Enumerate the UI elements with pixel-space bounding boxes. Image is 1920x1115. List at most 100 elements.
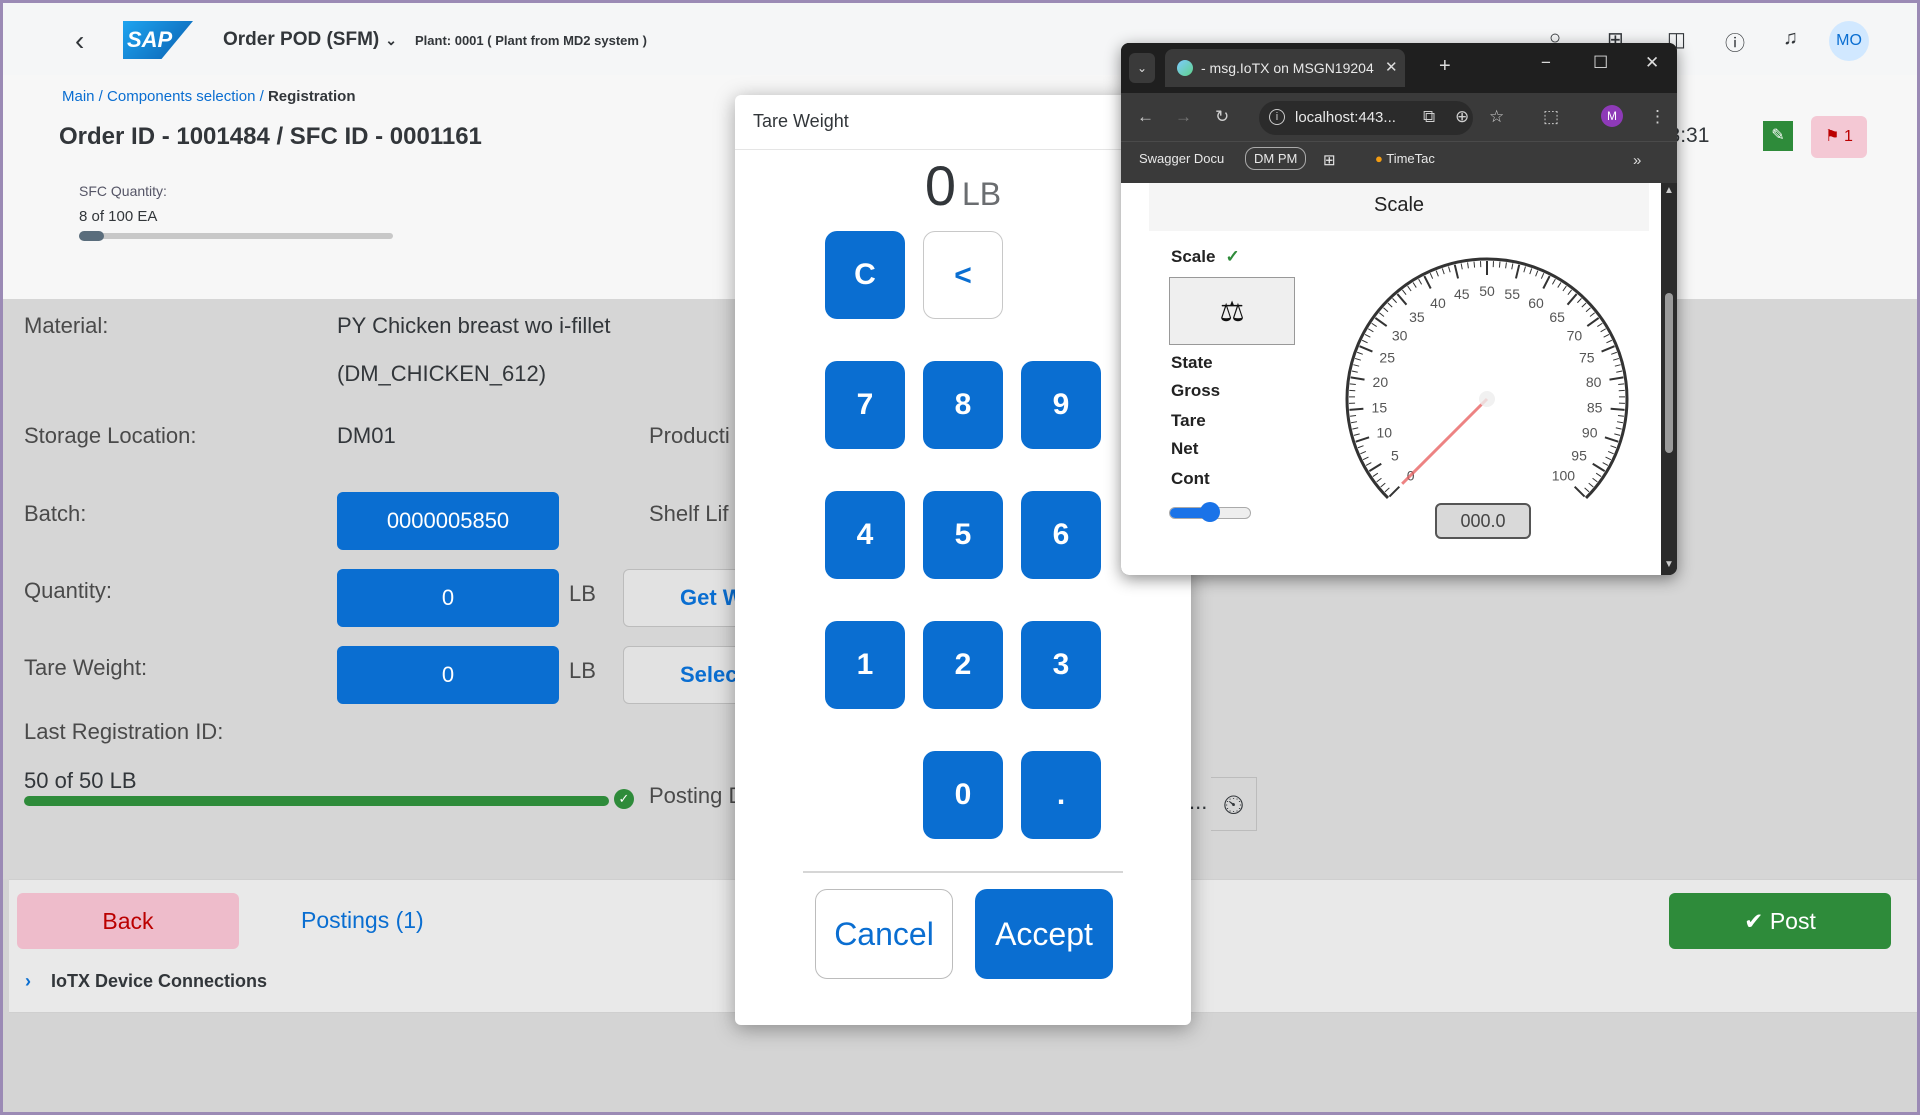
close-window-icon[interactable]: ✕ [1645, 53, 1659, 73]
scrollbar-thumb[interactable] [1665, 293, 1673, 453]
breadcrumb-components[interactable]: Components selection / [107, 88, 264, 105]
dialog-title: Tare Weight [753, 111, 849, 131]
post-button[interactable]: ✔ Post [1669, 893, 1891, 949]
nav-forward-icon[interactable]: → [1175, 107, 1192, 127]
batch-value-button[interactable]: 0000005850 [337, 492, 559, 550]
avatar[interactable]: MO [1829, 21, 1869, 61]
gauge-tick [1511, 263, 1514, 270]
bookmarks-bar: Swagger Docu DM PM ⊞ ● TimeTac » [1121, 141, 1677, 183]
gauge-tick [1435, 270, 1439, 277]
address-url: localhost:443... [1295, 109, 1396, 126]
new-tab-icon[interactable]: + [1439, 55, 1451, 78]
chevron-down-icon: ⌄ [385, 32, 397, 48]
key-4[interactable]: 4 [825, 491, 905, 579]
gauge-tick [1473, 261, 1476, 268]
gauge-tick-label: 10 [1376, 424, 1392, 440]
page-scrollbar[interactable]: ▲ ▼ [1661, 183, 1677, 575]
bookmark-dm-pm[interactable]: DM PM [1245, 147, 1307, 170]
tab-list-chevron-icon[interactable]: ⌄ [1129, 53, 1155, 83]
accept-button[interactable]: Accept [975, 889, 1113, 979]
gauge-tick [1384, 487, 1390, 493]
gauge-tick [1595, 472, 1602, 477]
success-check-icon: ✓ [614, 789, 634, 809]
key-7[interactable]: 7 [825, 361, 905, 449]
extensions-icon[interactable]: ⬚ [1543, 107, 1559, 127]
address-bar[interactable]: i localhost:443... [1259, 101, 1473, 135]
gauge-tick [1441, 268, 1445, 275]
gauge-tick-label: 60 [1528, 295, 1544, 311]
maximize-icon[interactable]: ☐ [1593, 53, 1608, 73]
scale-page-header: Scale [1149, 183, 1649, 231]
bookmark-timetac[interactable]: ● TimeTac [1375, 151, 1435, 166]
gauge-tick-label: 65 [1549, 309, 1565, 325]
browser-tab[interactable]: - msg.IoTX on MSGN19204 ✕ [1165, 49, 1405, 87]
gauge-tick [1566, 293, 1578, 306]
browser-window: ⌄ - msg.IoTX on MSGN19204 ✕ + − ☐ ✕ ← → … [1121, 43, 1677, 575]
posting-date-value[interactable]: ... [1189, 789, 1207, 815]
site-info-icon[interactable]: i [1269, 109, 1285, 125]
gauge-tick [1407, 285, 1412, 292]
minimize-icon[interactable]: − [1541, 53, 1551, 73]
key-1[interactable]: 1 [825, 621, 905, 709]
apps-grid-icon[interactable]: ⊞ [1323, 151, 1336, 169]
back-chevron-icon[interactable]: ‹ [75, 25, 84, 57]
key-clear[interactable]: C [825, 231, 905, 319]
key-2[interactable]: 2 [923, 621, 1003, 709]
gauge-tick [1359, 345, 1373, 353]
cont-slider-knob[interactable] [1200, 502, 1220, 522]
nav-back-icon[interactable]: ← [1137, 107, 1154, 127]
gauge-tick [1350, 415, 1357, 417]
breadcrumb-main[interactable]: Main / [62, 88, 103, 105]
cont-slider[interactable] [1169, 502, 1251, 522]
scroll-up-icon[interactable]: ▲ [1664, 185, 1674, 196]
bell-icon[interactable]: ♫ [1783, 27, 1798, 50]
browser-menu-icon[interactable]: ⋮ [1649, 107, 1666, 127]
message-badge-button[interactable]: ⚑ 1 [1811, 116, 1867, 158]
status-pen-icon[interactable]: ✎ [1763, 121, 1793, 151]
gauge-tick [1581, 302, 1587, 308]
cancel-button[interactable]: Cancel [815, 889, 953, 979]
postings-link[interactable]: Postings (1) [301, 907, 424, 934]
gauge-tick [1592, 477, 1598, 483]
key-9[interactable]: 9 [1021, 361, 1101, 449]
timetac-dot-icon: ● [1375, 151, 1383, 166]
more-bookmarks-icon[interactable]: » [1633, 152, 1641, 169]
key-3[interactable]: 3 [1021, 621, 1101, 709]
gauge-tick [1350, 421, 1358, 424]
app-title-menu[interactable]: Order POD (SFM) ⌄ [223, 29, 397, 51]
key-5[interactable]: 5 [923, 491, 1003, 579]
bookmark-star-icon[interactable]: ☆ [1489, 107, 1504, 127]
key-backspace[interactable]: < [923, 231, 1003, 319]
back-button[interactable]: Back [17, 893, 239, 949]
gauge-tick [1396, 293, 1408, 306]
gauge-tick-label: 70 [1567, 328, 1583, 344]
help-icon[interactable]: ⓘ [1725, 27, 1745, 56]
calendar-icon[interactable]: ⏲ [1211, 777, 1257, 831]
zoom-icon[interactable]: ⊕ [1455, 107, 1469, 127]
quantity-input[interactable]: 0 [337, 569, 559, 627]
key-6[interactable]: 6 [1021, 491, 1101, 579]
key-0[interactable]: 0 [923, 751, 1003, 839]
material-code: (DM_CHICKEN_612) [337, 361, 547, 386]
scale-connect-button[interactable]: ⚖ [1169, 277, 1295, 345]
tare-weight-input[interactable]: 0 [337, 646, 559, 704]
close-tab-icon[interactable]: ✕ [1385, 58, 1398, 76]
gauge-tick [1460, 263, 1463, 270]
gauge-tick-label: 85 [1587, 399, 1603, 415]
sap-logo: SAP [123, 21, 193, 59]
gauge-tick [1562, 285, 1567, 292]
scroll-down-icon[interactable]: ▼ [1664, 559, 1674, 570]
key-8[interactable]: 8 [923, 361, 1003, 449]
message-count: 1 [1843, 128, 1853, 145]
gauge-needle [1401, 397, 1489, 485]
iotx-expander[interactable]: › IoTX Device Connections [25, 971, 267, 992]
translate-icon[interactable]: ⧉ [1423, 107, 1435, 127]
gauge-tick-label: 30 [1392, 328, 1408, 344]
gauge-tick [1351, 370, 1358, 373]
gauge-tick [1353, 433, 1360, 436]
plant-info: Plant: 0001 ( Plant from MD2 system ) [415, 33, 647, 48]
reload-icon[interactable]: ↻ [1215, 107, 1229, 127]
profile-avatar[interactable]: M [1601, 105, 1623, 127]
bookmark-swagger[interactable]: Swagger Docu [1139, 151, 1224, 166]
key-decimal[interactable]: . [1021, 751, 1101, 839]
